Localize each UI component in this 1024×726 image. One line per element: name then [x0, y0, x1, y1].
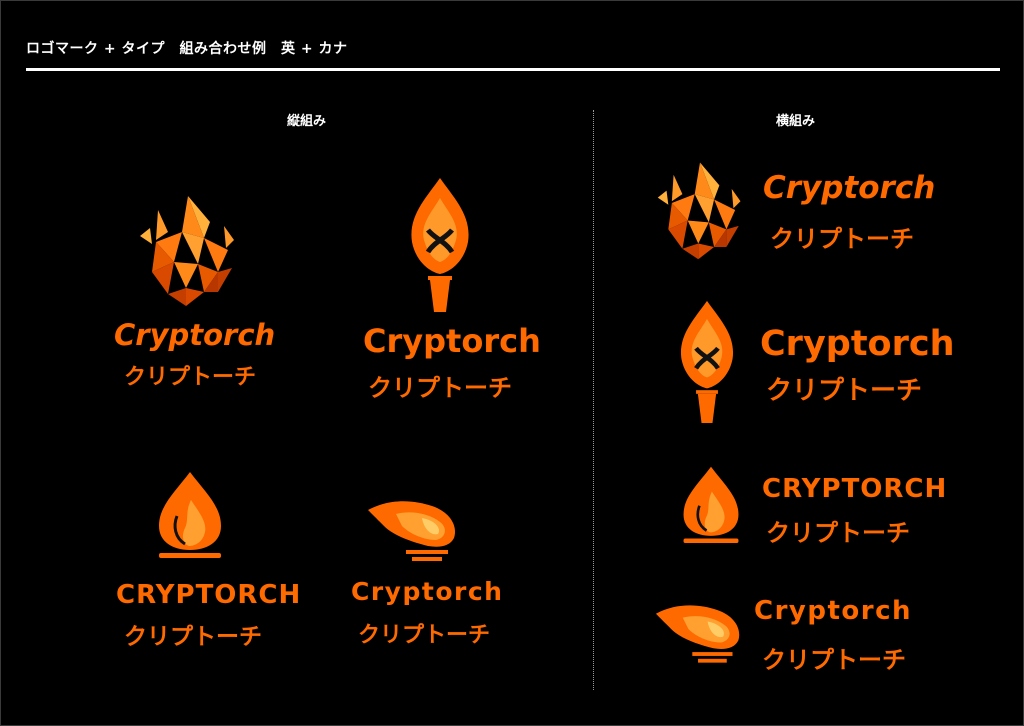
wordmark-en: CRYPTORCH	[762, 474, 948, 504]
page-title: ロゴマーク + タイプ 組み合わせ例 英 + カナ	[26, 41, 348, 57]
wordmark-en: Cryptorch	[760, 324, 955, 364]
wordmark-kana: クリプトーチ	[766, 519, 910, 547]
wordmark-en: Cryptorch	[363, 322, 541, 360]
wind-flame-icon	[368, 501, 456, 561]
column-divider	[593, 110, 594, 690]
torch-icon	[680, 300, 734, 423]
wordmark-kana: クリプトーチ	[766, 376, 923, 406]
wind-flame-icon	[655, 605, 740, 663]
title-rule	[26, 68, 1000, 71]
wordmark-kana: クリプトーチ	[368, 374, 512, 402]
wordmark-kana: クリプトーチ	[762, 646, 906, 674]
wordmark-en: Cryptorch	[351, 577, 504, 606]
wordmark-kana: クリプトーチ	[124, 365, 257, 390]
wordmark-kana: クリプトーチ	[124, 624, 262, 650]
wordmark-kana: クリプトーチ	[358, 623, 491, 648]
wordmark-en: Cryptorch	[114, 318, 276, 352]
poly-flame-icon	[140, 196, 234, 306]
drop-flame-icon	[159, 472, 221, 558]
horizontal-column-label: 横組み	[776, 114, 816, 129]
wordmark-kana: クリプトーチ	[770, 225, 914, 253]
wordmark-en: Cryptorch	[754, 596, 912, 626]
vertical-column-label: 縦組み	[287, 114, 327, 129]
drop-flame-icon	[683, 466, 739, 543]
poly-flame-icon	[657, 162, 741, 260]
wordmark-en: Cryptorch	[763, 170, 936, 206]
wordmark-en: CRYPTORCH	[116, 580, 302, 610]
torch-icon	[411, 178, 469, 312]
